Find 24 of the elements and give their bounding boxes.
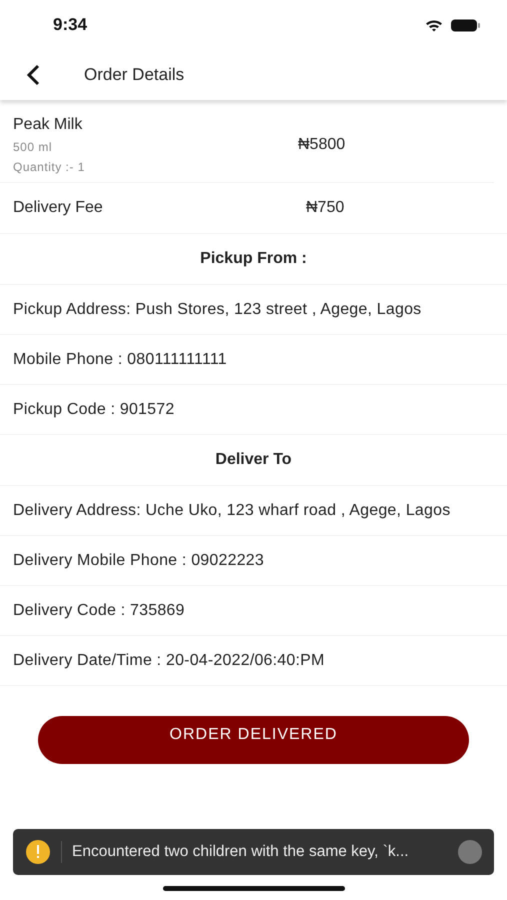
product-price: ₦5800 — [298, 136, 346, 154]
detail-text: Mobile Phone : 080111111111 — [13, 350, 227, 370]
detail-text: Delivery Code : 735869 — [13, 601, 185, 621]
toast-message: Encountered two children with the same key, `k... — [72, 843, 410, 861]
warning-icon — [25, 839, 51, 865]
section-heading: Deliver To — [215, 451, 292, 469]
dismiss-icon[interactable] — [458, 840, 482, 864]
detail-text: Delivery Mobile Phone : 09022223 — [13, 551, 264, 571]
warning-toast[interactable]: Encountered two children with the same key, `k... — [13, 829, 494, 875]
detail-text: Pickup Address: Push Stores, 123 street , Agege, Lagos — [13, 300, 422, 320]
section-heading: Pickup From : — [200, 250, 307, 268]
order-delivered-button[interactable]: ORDER DELIVERED — [38, 716, 469, 764]
product-quantity: Quantity :- 1 — [13, 160, 86, 174]
detail-text: Delivery Address: Uche Uko, 123 wharf road , Agege, Lagos — [13, 501, 450, 521]
wifi-icon — [425, 18, 443, 32]
battery-icon — [451, 18, 481, 32]
detail-text: Pickup Code : 901572 — [13, 400, 174, 420]
status-time: 9:34 — [53, 15, 88, 35]
fee-label: Delivery Fee — [13, 199, 104, 217]
fee-amount: ₦750 — [306, 199, 344, 217]
page-title: Order Details — [84, 65, 184, 85]
product-size: 500 ml — [13, 140, 54, 154]
detail-text: Delivery Date/Time : 20-04-2022/06:40:PM — [13, 651, 325, 671]
product-name: Peak Milk — [13, 116, 84, 134]
